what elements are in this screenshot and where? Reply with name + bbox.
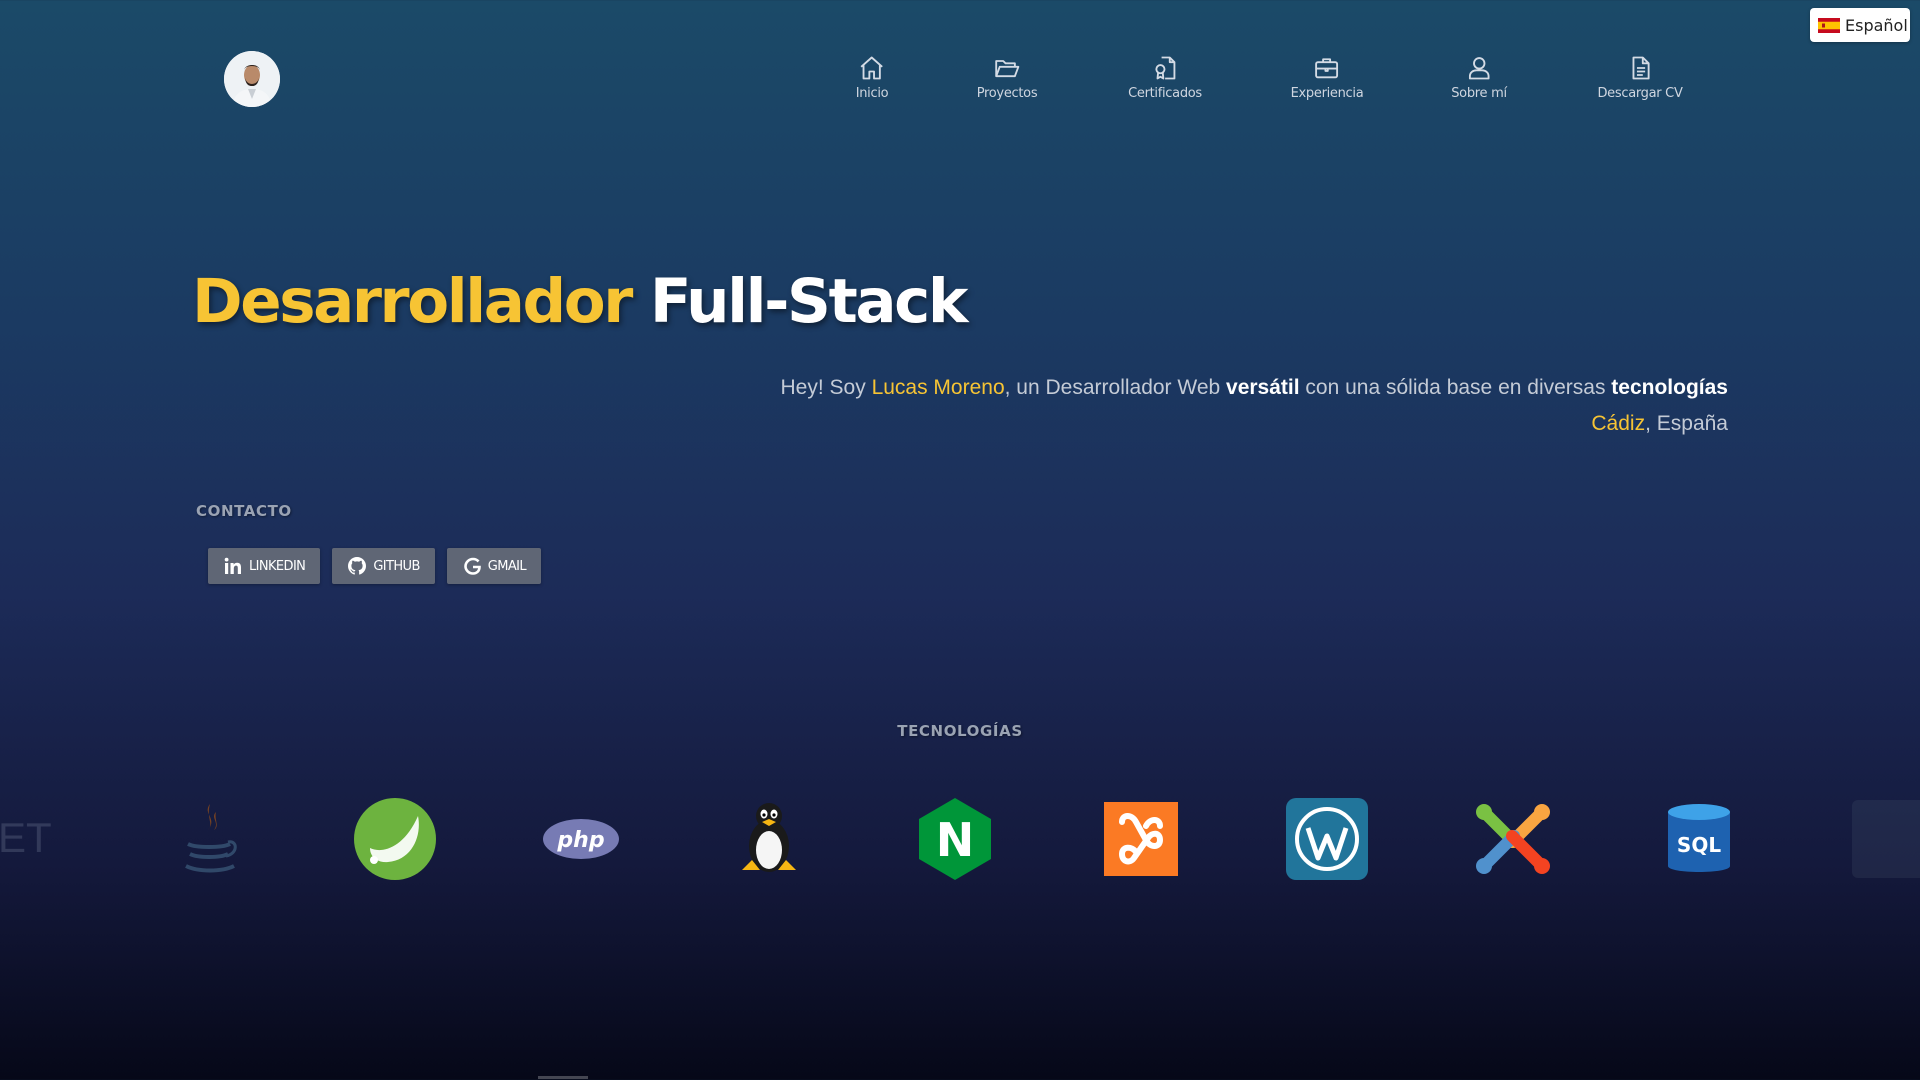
nav-label-certificados: Certificados [1128, 86, 1202, 101]
technologies-heading: TECNOLOGÍAS [897, 722, 1023, 740]
home-icon [860, 56, 884, 80]
nav-label-inicio: Inicio [855, 86, 889, 101]
nav-item-descargar-cv[interactable]: Descargar CV [1597, 54, 1683, 101]
main-navigation: Inicio Proyectos Certificados Experienci… [0, 54, 1920, 114]
contact-heading: CONTACTO [196, 502, 292, 520]
spain-flag-icon [1818, 17, 1840, 33]
technologies-carousel: ET php N SQL [0, 796, 1920, 886]
nav-item-inicio[interactable]: Inicio [856, 54, 889, 101]
xampp-logo [1098, 796, 1184, 882]
intro-text: Hey! Soy Lucas Moreno, un Desarrollador … [781, 370, 1728, 442]
intro-techword: tecnologías [1611, 376, 1728, 399]
briefcase-icon [1315, 58, 1339, 79]
gmail-button[interactable]: GMAIL [446, 548, 542, 584]
joomla-logo [1470, 796, 1556, 882]
intro-middle: , un Desarrollador Web [1004, 376, 1227, 399]
language-label: Español [1845, 15, 1908, 35]
php-text: php [556, 828, 604, 853]
sql-logo: SQL [1656, 796, 1742, 882]
intro-middle2: con una sólida base en diversas [1299, 376, 1612, 399]
github-button[interactable]: GITHUB [332, 548, 435, 584]
user-icon [1468, 57, 1490, 80]
nav-label-experiencia: Experiencia [1290, 86, 1364, 101]
dotnet-logo: ET [0, 796, 76, 882]
nav-item-proyectos[interactable]: Proyectos [977, 54, 1038, 101]
nav-label-descargar-cv: Descargar CV [1597, 86, 1683, 101]
language-switch-button[interactable]: Español [1810, 8, 1910, 42]
google-icon [463, 557, 481, 575]
intro-line-1: Hey! Soy Lucas Moreno, un Desarrollador … [781, 370, 1728, 406]
github-icon [348, 557, 367, 575]
wordpress-logo [1284, 796, 1370, 882]
dotnet-text: ET [0, 814, 52, 861]
folder-open-icon [995, 60, 1020, 78]
linkedin-button[interactable]: LINKEDIN [208, 548, 321, 584]
intro-adjective: versátil [1226, 376, 1300, 399]
nav-label-proyectos: Proyectos [976, 86, 1038, 101]
document-icon [1632, 56, 1650, 80]
page-title: Desarrollador Full-Stack [192, 264, 969, 340]
linux-logo [726, 796, 812, 882]
nav-item-certificados[interactable]: Certificados [1128, 54, 1202, 101]
nav-item-experiencia[interactable]: Experiencia [1291, 54, 1364, 101]
sql-text: SQL [1677, 833, 1721, 857]
intro-prefix: Hey! Soy [780, 376, 872, 399]
spring-logo [352, 796, 438, 882]
php-logo: php [538, 796, 624, 882]
linkedin-label: LINKEDIN [249, 558, 306, 574]
contact-buttons: LINKEDIN GITHUB GMAIL [208, 548, 542, 584]
scroll-indicator [538, 1076, 588, 1079]
intro-line-2: Cádiz, España [781, 406, 1728, 442]
certificate-icon [1155, 56, 1176, 80]
gmail-label: GMAIL [487, 558, 527, 574]
title-highlight: Desarrollador [192, 266, 633, 337]
intro-city: Cádiz [1591, 412, 1646, 435]
intro-country: , España [1645, 412, 1728, 435]
partial-logo [1848, 796, 1920, 882]
title-rest: Full-Stack [649, 266, 969, 337]
nav-item-sobre-mi[interactable]: Sobre mí [1451, 54, 1507, 101]
nav-label-sobre-mi: Sobre mí [1451, 86, 1507, 101]
nginx-logo: N [912, 796, 998, 882]
github-label: GITHUB [373, 558, 420, 574]
nginx-text: N [936, 813, 975, 867]
linkedin-icon [224, 557, 241, 574]
java-logo [166, 796, 252, 882]
intro-name: Lucas Moreno [871, 376, 1005, 399]
